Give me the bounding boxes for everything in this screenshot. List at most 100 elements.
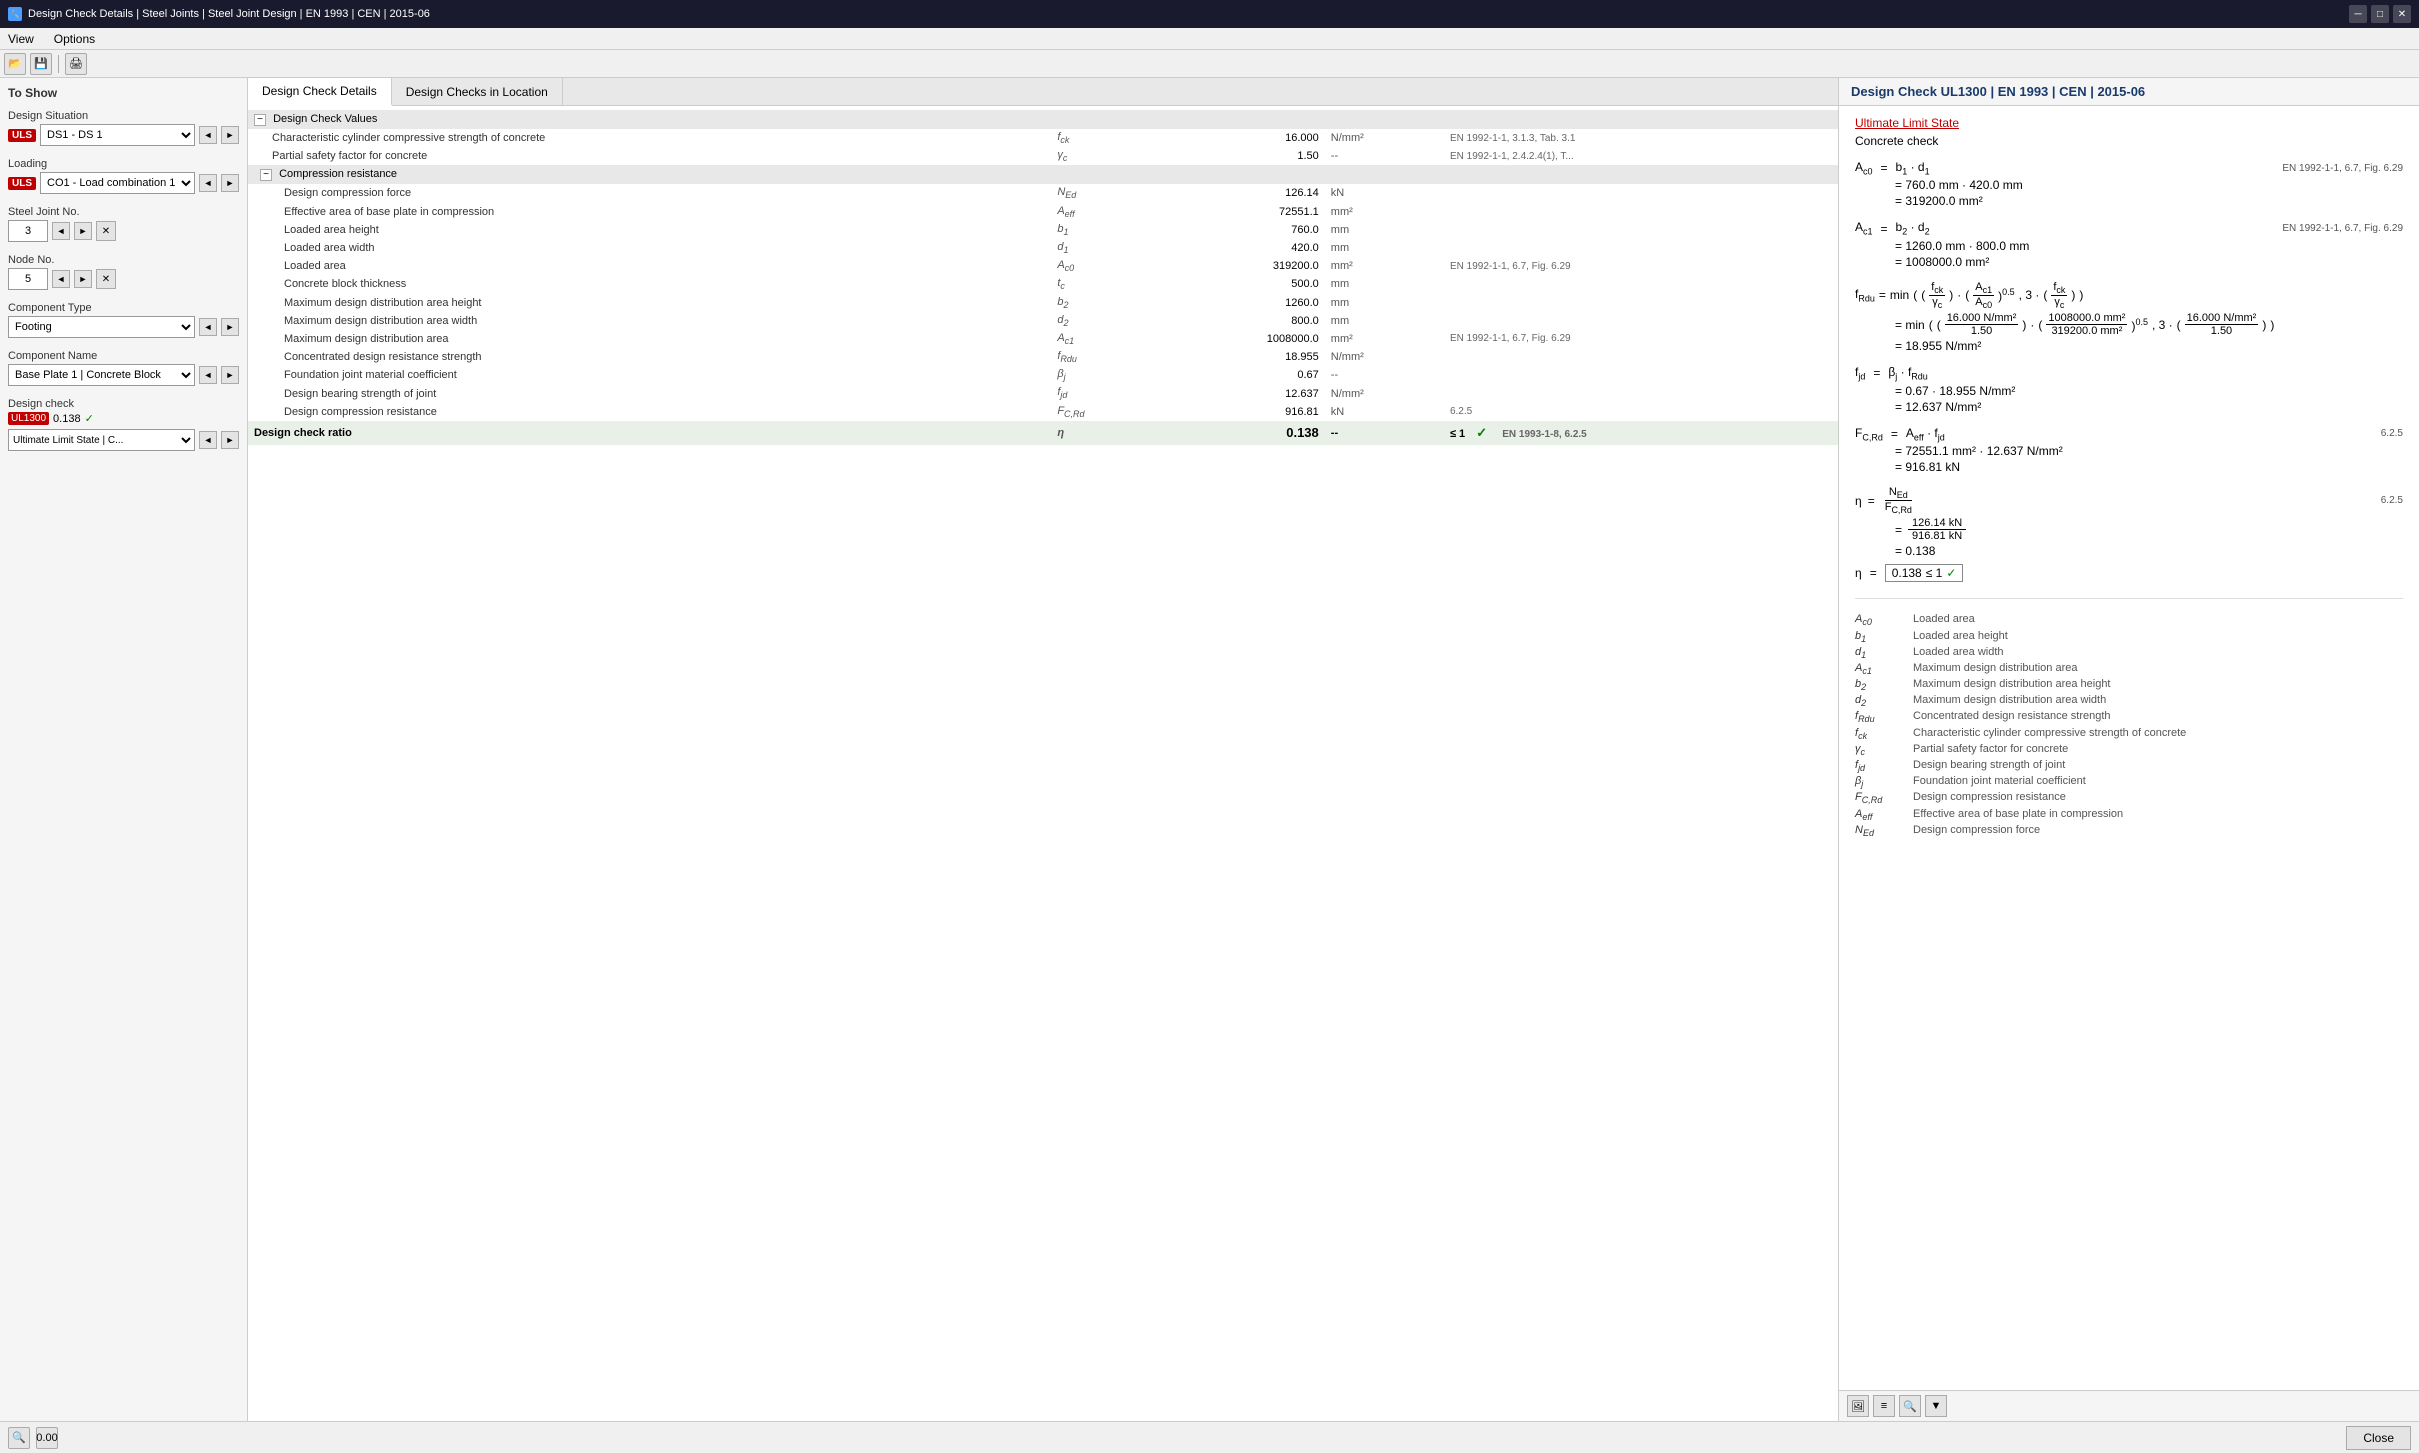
table-row: Loaded area height b1 760.0 mm	[248, 221, 1838, 239]
close-button[interactable]: Close	[2346, 1426, 2411, 1450]
node-next-button[interactable]: ►	[74, 270, 92, 288]
legend-row-b1: b1 Loaded area height	[1855, 630, 2403, 644]
row-ref-fcrd: 6.2.5	[1444, 403, 1838, 421]
eta-result-box: 0.138 ≤ 1 ✓	[1885, 564, 1964, 582]
table-row: Maximum design distribution area width d…	[248, 312, 1838, 330]
cn-prev-button[interactable]: ◄	[199, 366, 217, 384]
row-unit-betaj: --	[1325, 366, 1444, 384]
bottom-counter-button[interactable]: 0.00	[36, 1427, 58, 1449]
eq-ac0-val2: = 319200.0 mm²	[1855, 194, 2403, 208]
toolbar-save-button[interactable]: 💾	[30, 53, 52, 75]
legend-row-aeff: Aeff Effective area of base plate in com…	[1855, 808, 2403, 822]
subsection-label-cr: Compression resistance	[279, 168, 397, 180]
toolbar-separator	[58, 55, 59, 73]
eq-fjd-main: fjd = βj · fRdu	[1855, 365, 2403, 381]
row-label-fck: Characteristic cylinder compressive stre…	[248, 129, 1051, 147]
loading-prev-button[interactable]: ◄	[199, 174, 217, 192]
ds-next-button[interactable]: ►	[221, 126, 239, 144]
tab-design-checks-location[interactable]: Design Checks in Location	[392, 78, 563, 105]
node-no-label: Node No.	[8, 254, 239, 266]
row-symbol-b1: b1	[1051, 221, 1155, 239]
row-unit-tc: mm	[1325, 275, 1444, 293]
right-panel-content: Ultimate Limit State Concrete check Ac0 …	[1839, 106, 2419, 1390]
cn-next-button[interactable]: ►	[221, 366, 239, 384]
menu-options[interactable]: Options	[50, 30, 99, 48]
section-toggle-cr[interactable]: −	[260, 169, 272, 181]
row-value-ned: 126.14	[1155, 184, 1325, 202]
component-type-label: Component Type	[8, 302, 239, 314]
row-value-d1: 420.0	[1155, 239, 1325, 257]
toolbar-print-button[interactable]: 🖨	[65, 53, 87, 75]
row-value-betaj: 0.67	[1155, 366, 1325, 384]
eq-ac0-main: Ac0 = b1 · d1 EN 1992-1-1, 6.7, Fig. 6.2…	[1855, 160, 2403, 176]
node-prev-button[interactable]: ◄	[52, 270, 70, 288]
sj-prev-button[interactable]: ◄	[52, 222, 70, 240]
row-label-tc: Concrete block thickness	[248, 275, 1051, 293]
dc-prev-button[interactable]: ◄	[199, 431, 217, 449]
tabs-bar: Design Check Details Design Checks in Lo…	[248, 78, 1838, 106]
component-name-label: Component Name	[8, 350, 239, 362]
table-row: Maximum design distribution area Ac1 100…	[248, 330, 1838, 348]
frac-126-916: 126.14 kN 916.81 kN	[1908, 517, 1966, 542]
dc-description-select[interactable]: Ultimate Limit State | C...	[8, 429, 195, 451]
legend-row-d2: d2 Maximum design distribution area widt…	[1855, 694, 2403, 708]
ds-prev-button[interactable]: ◄	[199, 126, 217, 144]
row-ref-aeff	[1444, 203, 1838, 221]
frac-fck-gammac: fck γc	[1929, 281, 1945, 310]
row-symbol-gammac: γc	[1051, 147, 1155, 165]
menu-view[interactable]: View	[4, 30, 38, 48]
to-show-label: To Show	[8, 86, 239, 100]
close-button[interactable]: ✕	[2393, 5, 2411, 23]
dc-next-button[interactable]: ►	[221, 431, 239, 449]
row-value-d2: 800.0	[1155, 312, 1325, 330]
table-row: Partial safety factor for concrete γc 1.…	[248, 147, 1838, 165]
design-situation-select[interactable]: DS1 - DS 1	[40, 124, 195, 146]
loading-next-button[interactable]: ►	[221, 174, 239, 192]
row-symbol-ac1: Ac1	[1051, 330, 1155, 348]
table-row: Design bearing strength of joint fjd 12.…	[248, 384, 1838, 402]
bottom-left: 🔍 0.00	[8, 1427, 58, 1449]
component-name-select[interactable]: Base Plate 1 | Concrete Block	[8, 364, 195, 386]
toolbar-open-button[interactable]: 📂	[4, 53, 26, 75]
state-label: Ultimate Limit State	[1855, 116, 1959, 130]
row-symbol-fck: fck	[1051, 129, 1155, 147]
right-panel-toolbar: 🖼 ≡ 🔍 ▼	[1839, 1390, 2419, 1421]
ct-prev-button[interactable]: ◄	[199, 318, 217, 336]
table-row: Loaded area Ac0 319200.0 mm² EN 1992-1-1…	[248, 257, 1838, 275]
formula-fcrd: FC,Rd = Aeff · fjd 6.2.5 = 72551.1 mm² ·…	[1855, 426, 2403, 474]
rp-more-button[interactable]: ▼	[1925, 1395, 1947, 1417]
formula-ac0: Ac0 = b1 · d1 EN 1992-1-1, 6.7, Fig. 6.2…	[1855, 160, 2403, 208]
node-refresh-button[interactable]: ✕	[96, 269, 116, 289]
content-area: − Design Check Values Characteristic cyl…	[248, 106, 1838, 1421]
tab-design-check-details[interactable]: Design Check Details	[248, 78, 392, 106]
component-type-select[interactable]: Footing	[8, 316, 195, 338]
legend-row-b2: b2 Maximum design distribution area heig…	[1855, 678, 2403, 692]
section-toggle-dcv[interactable]: −	[254, 114, 266, 126]
ct-next-button[interactable]: ►	[221, 318, 239, 336]
frac-16-150-2: 16.000 N/mm² 1.50	[2185, 312, 2259, 337]
row-ref-fck: EN 1992-1-1, 3.1.3, Tab. 3.1	[1444, 129, 1838, 147]
sj-next-button[interactable]: ►	[74, 222, 92, 240]
rp-text-button[interactable]: ≡	[1873, 1395, 1895, 1417]
bottom-search-button[interactable]: 🔍	[8, 1427, 30, 1449]
steel-joint-input[interactable]	[8, 220, 48, 242]
maximize-button[interactable]: □	[2371, 5, 2389, 23]
row-symbol-d1: d1	[1051, 239, 1155, 257]
eq-ac1-val2: = 1008000.0 mm²	[1855, 255, 2403, 269]
design-situation-label: Design Situation	[8, 110, 239, 122]
minimize-button[interactable]: ─	[2349, 5, 2367, 23]
table-row: Maximum design distribution area height …	[248, 294, 1838, 312]
eq-eta-val2: = 0.138	[1855, 544, 2403, 558]
sj-refresh-button[interactable]: ✕	[96, 221, 116, 241]
row-unit-fcrd: kN	[1325, 403, 1444, 421]
node-no-input[interactable]	[8, 268, 48, 290]
rp-image-button[interactable]: 🖼	[1847, 1395, 1869, 1417]
row-value-fck: 16.000	[1155, 129, 1325, 147]
row-ref-ned	[1444, 184, 1838, 202]
row-symbol-fjd: fjd	[1051, 384, 1155, 402]
result-symbol: η	[1051, 421, 1155, 445]
row-symbol-ned: NEd	[1051, 184, 1155, 202]
subsection-header-compression: − Compression resistance	[248, 165, 1838, 184]
rp-zoom-button[interactable]: 🔍	[1899, 1395, 1921, 1417]
loading-select[interactable]: CO1 - Load combination 1	[40, 172, 195, 194]
